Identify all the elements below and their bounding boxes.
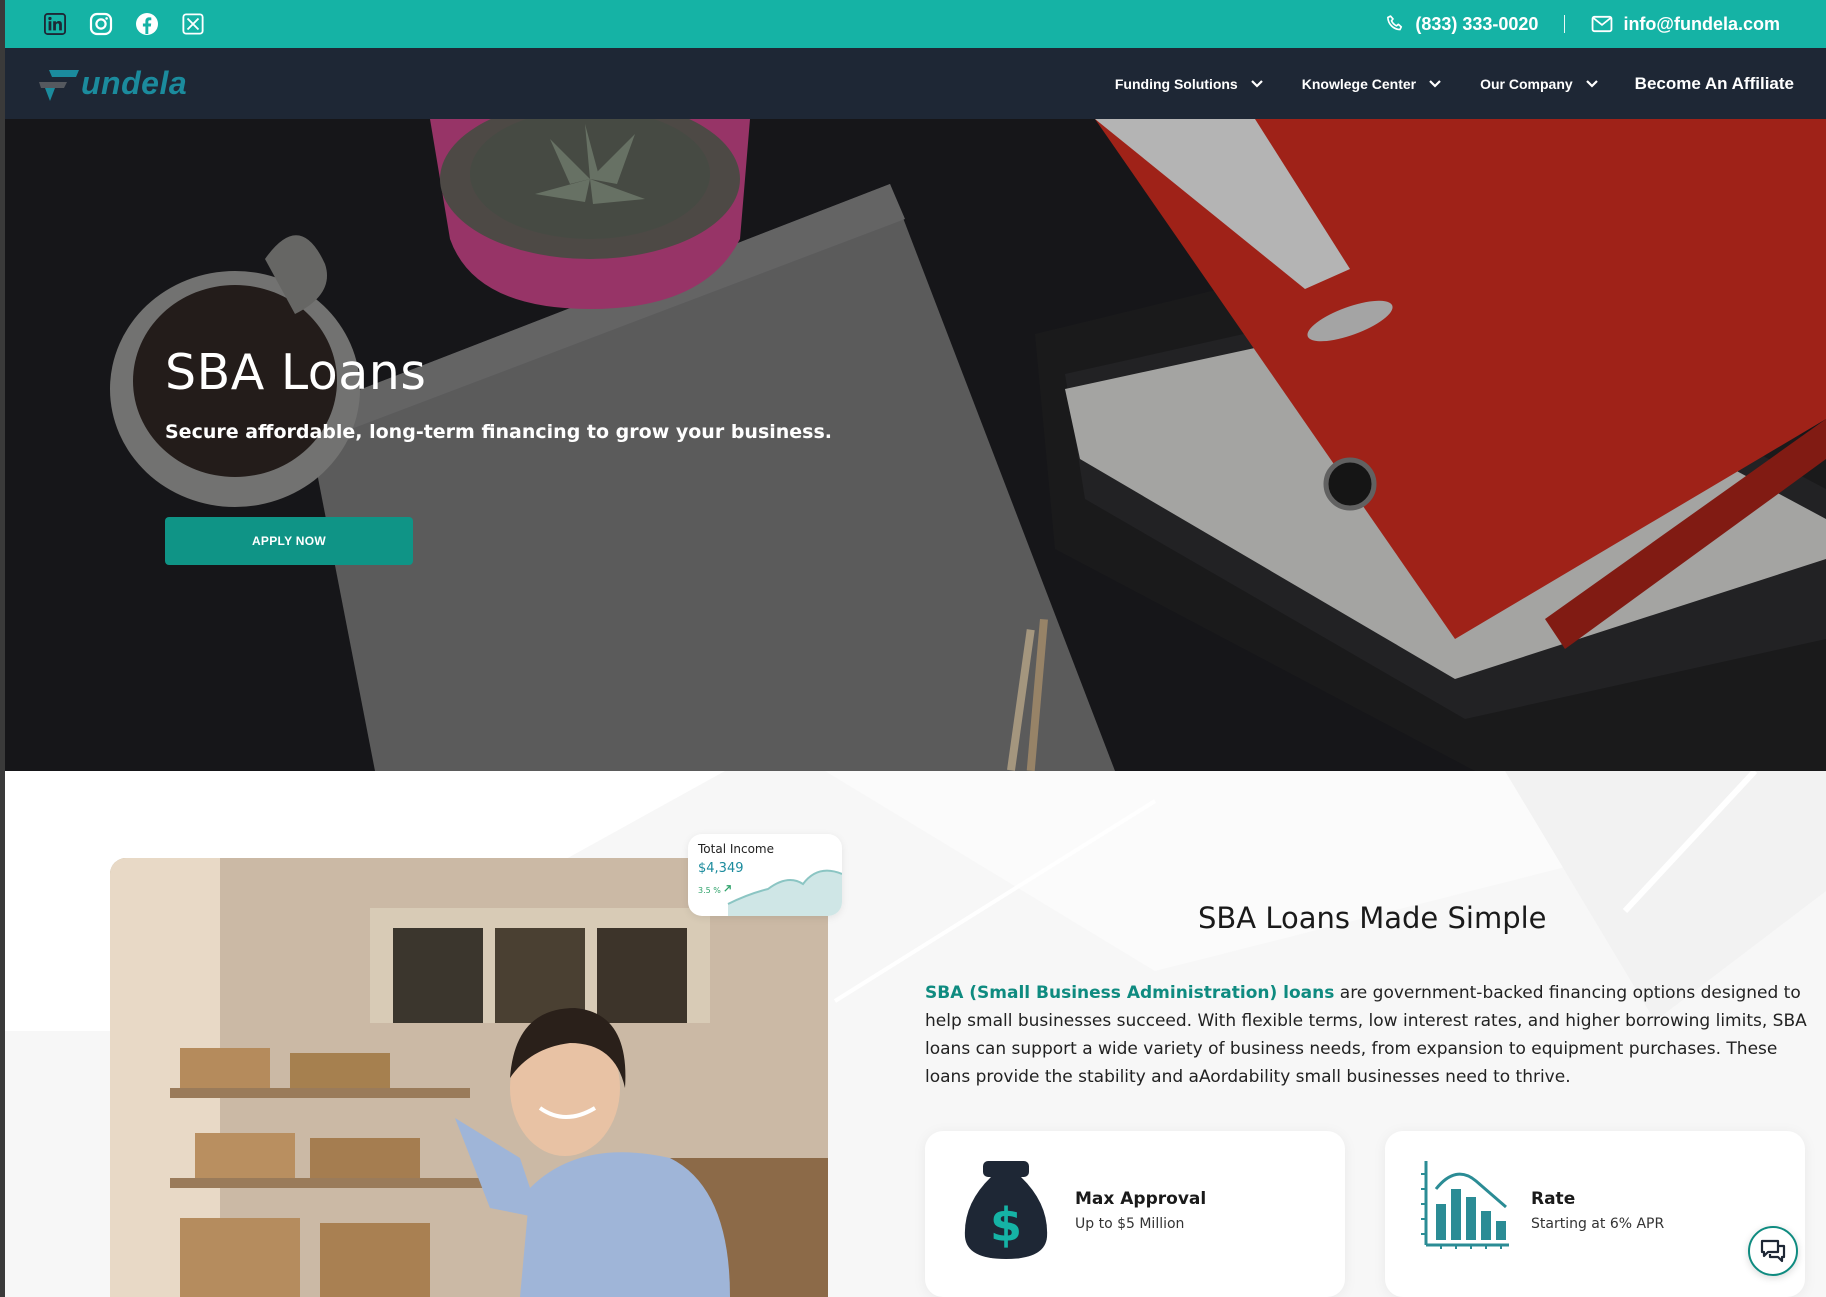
hero-background-image <box>5 119 1826 771</box>
mail-icon <box>1592 15 1613 33</box>
income-change: 3.5 % <box>698 884 732 895</box>
nav-label: Our Company <box>1480 75 1573 92</box>
chevron-down-icon <box>1250 79 1263 88</box>
card-description: Starting at 6% APR <box>1531 1216 1665 1232</box>
hero-title: SBA Loans <box>165 344 427 401</box>
nav-menu: Funding Solutions Knowlege Center Our Co… <box>1077 74 1794 94</box>
phone-number: (833) 333-0020 <box>1415 13 1539 34</box>
linkedin-icon[interactable] <box>43 12 67 36</box>
hero-banner: SBA Loans Secure affordable, long-term f… <box>5 119 1826 771</box>
contact-info: (833) 333-0020 info@fundela.com <box>1385 14 1780 35</box>
income-title: Total Income <box>698 842 774 856</box>
instagram-icon[interactable] <box>89 12 113 36</box>
nav-label: Become An Affiliate <box>1634 73 1794 93</box>
bar-chart-icon <box>1421 1159 1511 1253</box>
section-description: SBA (Small Business Administration) loan… <box>925 979 1810 1091</box>
chat-icon <box>1760 1239 1786 1263</box>
logo-mark-icon <box>39 69 79 101</box>
email-link[interactable]: info@fundela.com <box>1591 14 1780 35</box>
site-logo[interactable]: undela <box>35 59 187 109</box>
chat-button[interactable] <box>1748 1226 1798 1276</box>
business-owner-photo <box>110 858 828 1297</box>
sba-loans-link[interactable]: SBA (Small Business Administration) loan… <box>925 983 1334 1003</box>
main-nav: undela Funding Solutions Knowlege Center… <box>5 48 1826 119</box>
nav-funding-solutions[interactable]: Funding Solutions <box>1115 76 1264 92</box>
section-title: SBA Loans Made Simple <box>1198 901 1547 935</box>
money-bag-icon: $ <box>961 1159 1051 1267</box>
sba-info-section: Total Income $4,349 3.5 % SBA Loans Made… <box>5 771 1826 1297</box>
x-twitter-icon[interactable] <box>181 12 205 36</box>
logo-text: undela <box>81 65 188 101</box>
nav-our-company[interactable]: Our Company <box>1480 76 1599 92</box>
contact-divider <box>1564 15 1566 33</box>
chevron-down-icon <box>1429 79 1441 88</box>
phone-link[interactable]: (833) 333-0020 <box>1385 14 1538 35</box>
card-title: Max Approval <box>1075 1189 1207 1209</box>
apply-now-button[interactable]: APPLY NOW <box>165 517 413 565</box>
nav-knowledge-center[interactable]: Knowlege Center <box>1302 76 1442 92</box>
chevron-down-icon <box>1585 79 1598 88</box>
income-change-value: 3.5 % <box>698 886 721 895</box>
facebook-icon[interactable] <box>135 12 159 36</box>
social-links <box>43 12 205 36</box>
nav-label: Knowlege Center <box>1301 75 1417 92</box>
phone-icon <box>1387 15 1403 31</box>
top-bar: (833) 333-0020 info@fundela.com <box>5 0 1826 48</box>
trend-up-icon <box>724 885 732 892</box>
income-value: $4,349 <box>698 861 744 876</box>
card-description: Up to $5 Million <box>1075 1216 1185 1232</box>
nav-label: Funding Solutions <box>1114 75 1238 92</box>
hero-subtitle: Secure affordable, long-term financing t… <box>165 421 833 443</box>
max-approval-card: $ Max Approval Up to $5 Million <box>925 1131 1345 1297</box>
email-address: info@fundela.com <box>1623 13 1780 34</box>
total-income-card: Total Income $4,349 3.5 % <box>688 834 842 916</box>
svg-text:$: $ <box>990 1198 1022 1252</box>
nav-become-affiliate[interactable]: Become An Affiliate <box>1635 74 1794 94</box>
card-title: Rate <box>1531 1189 1576 1209</box>
rate-card: Rate Starting at 6% APR <box>1385 1131 1805 1297</box>
